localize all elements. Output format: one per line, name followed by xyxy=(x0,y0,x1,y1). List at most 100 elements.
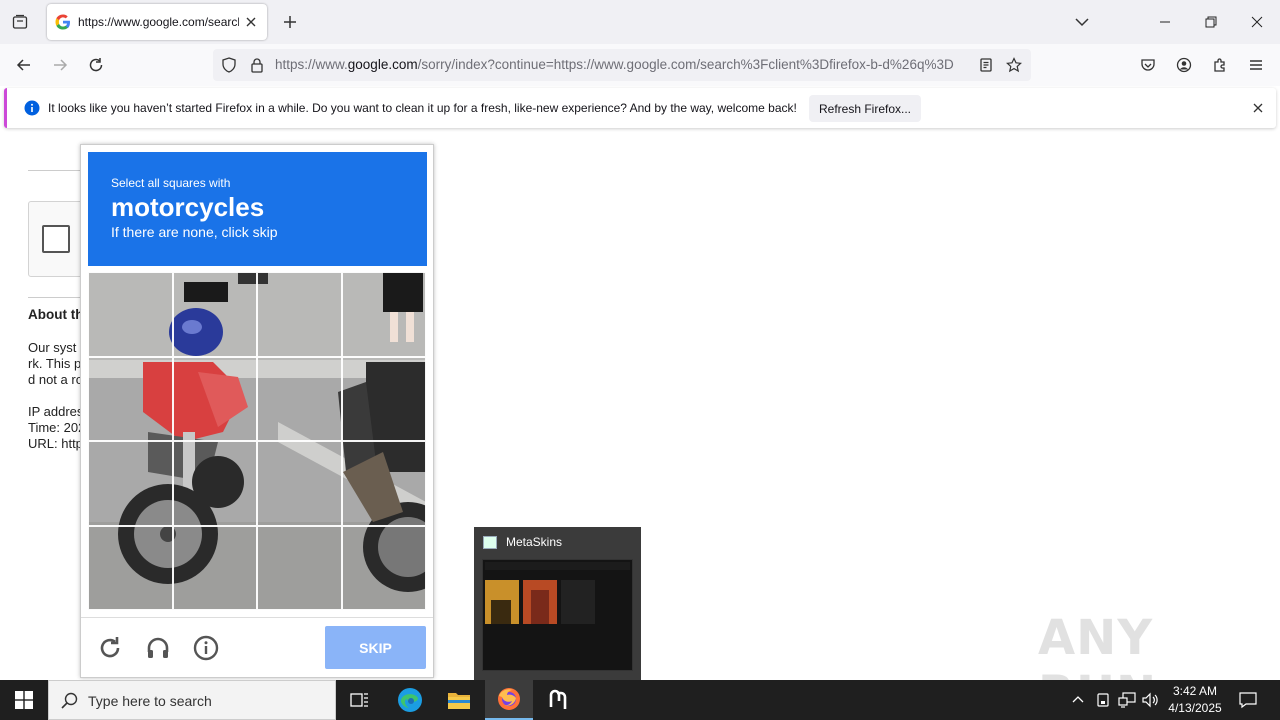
refresh-firefox-button[interactable]: Refresh Firefox... xyxy=(809,95,921,122)
recaptcha-challenge-popup: Select all squares with motorcycles If t… xyxy=(80,144,434,678)
close-window-button[interactable] xyxy=(1234,0,1280,44)
list-all-tabs-chevron-icon[interactable] xyxy=(1073,13,1091,31)
firefox-view-button[interactable] xyxy=(8,10,32,34)
grid-tile[interactable] xyxy=(341,441,426,526)
network-tray-button[interactable] xyxy=(1116,680,1138,720)
grid-tile[interactable] xyxy=(257,272,342,357)
page-divider xyxy=(28,170,88,171)
speaker-volume-icon xyxy=(1142,692,1158,708)
help-button[interactable] xyxy=(191,633,221,663)
thumbnail-window-preview xyxy=(482,559,633,671)
file-explorer-taskbar-button[interactable] xyxy=(435,680,483,720)
account-button[interactable] xyxy=(1173,54,1195,76)
volume-tray-button[interactable] xyxy=(1140,680,1162,720)
edge-browser-icon xyxy=(398,688,422,712)
recaptcha-checkbox[interactable] xyxy=(42,225,70,253)
folder-icon xyxy=(448,693,470,709)
restore-button[interactable] xyxy=(1188,0,1234,44)
forward-button[interactable] xyxy=(49,54,71,76)
page-text-line: Time: 202 xyxy=(28,420,80,435)
reader-view-icon[interactable] xyxy=(978,57,994,73)
reload-button[interactable] xyxy=(85,54,107,76)
back-arrow-icon xyxy=(16,59,30,71)
grid-tile[interactable] xyxy=(172,525,257,610)
challenge-header: Select all squares with motorcycles If t… xyxy=(88,152,427,266)
navigation-toolbar: https://www.google.com/sorry/index?conti… xyxy=(0,44,1280,86)
firefox-icon xyxy=(498,688,520,710)
reload-challenge-button[interactable] xyxy=(95,633,125,663)
system-clock[interactable]: 3:42 AM 4/13/2025 xyxy=(1164,683,1226,717)
grid-tile[interactable] xyxy=(341,272,426,357)
puzzle-extensions-icon xyxy=(1214,58,1225,72)
grid-tile[interactable] xyxy=(88,441,173,526)
task-view-button[interactable] xyxy=(336,680,384,720)
page-text-line: Our syst xyxy=(28,340,77,355)
page-text-line: URL: http xyxy=(28,436,80,451)
windows-taskbar: Type here to search 3:42 AM 4/13/2025 xyxy=(0,680,1280,720)
grid-tile[interactable] xyxy=(88,525,173,610)
bookmark-star-icon[interactable] xyxy=(1006,57,1022,73)
reload-icon xyxy=(89,58,103,72)
grid-tile[interactable] xyxy=(172,272,257,357)
forward-arrow-icon xyxy=(54,59,68,71)
close-notification-icon[interactable] xyxy=(1251,101,1265,115)
minimize-button[interactable] xyxy=(1142,0,1188,44)
clock-date: 4/13/2025 xyxy=(1168,701,1222,715)
grid-tile[interactable] xyxy=(341,525,426,610)
url-text[interactable]: https://www.google.com/sorry/index?conti… xyxy=(275,57,971,72)
recaptcha-checkbox-container xyxy=(28,201,88,277)
grid-tile[interactable] xyxy=(172,356,257,441)
about-heading: About th xyxy=(28,307,80,322)
headphones-icon xyxy=(147,637,169,658)
grid-tile[interactable] xyxy=(257,356,342,441)
device-icon xyxy=(1097,693,1109,707)
active-tab[interactable]: https://www.google.com/search?client=fir… xyxy=(47,4,267,40)
pocket-icon xyxy=(1141,59,1155,71)
address-bar[interactable]: https://www.google.com/sorry/index?conti… xyxy=(213,49,1031,81)
pocket-button[interactable] xyxy=(1137,54,1159,76)
show-hidden-icons-button[interactable] xyxy=(1068,680,1088,720)
challenge-image-grid xyxy=(88,272,426,610)
google-favicon-icon xyxy=(55,14,70,30)
firefox-view-icon xyxy=(12,14,28,29)
grid-tile[interactable] xyxy=(341,356,426,441)
metaskins-taskbar-button[interactable] xyxy=(534,680,582,720)
url-path: /sorry/index?continue=https://www.google… xyxy=(417,57,954,72)
extensions-button[interactable] xyxy=(1209,54,1231,76)
page-text-line: d not a ro xyxy=(28,372,80,387)
grid-tile[interactable] xyxy=(172,441,257,526)
edge-taskbar-button[interactable] xyxy=(386,680,434,720)
footer-divider xyxy=(81,617,433,618)
windows-logo-icon xyxy=(15,691,33,709)
tracking-protection-shield-icon[interactable] xyxy=(221,57,237,73)
grid-tile[interactable] xyxy=(257,525,342,610)
action-center-button[interactable] xyxy=(1234,680,1262,720)
challenge-hint: If there are none, click skip xyxy=(111,224,278,240)
grid-tile[interactable] xyxy=(88,356,173,441)
close-window-icon xyxy=(1251,16,1263,28)
search-icon xyxy=(61,692,78,709)
lock-icon[interactable] xyxy=(249,57,265,73)
challenge-instruction: Select all squares with xyxy=(111,176,231,190)
skip-button[interactable]: SKIP xyxy=(325,626,426,669)
clock-time: 3:42 AM xyxy=(1172,684,1218,698)
device-tray-button[interactable] xyxy=(1092,680,1114,720)
firefox-taskbar-button[interactable] xyxy=(485,680,533,720)
close-tab-icon[interactable] xyxy=(243,14,259,30)
app-menu-button[interactable] xyxy=(1245,54,1267,76)
info-circle-icon xyxy=(193,635,219,661)
grid-tile[interactable] xyxy=(88,272,173,357)
tab-strip: https://www.google.com/search?client=fir… xyxy=(0,0,1280,44)
audio-challenge-button[interactable] xyxy=(143,633,173,663)
new-tab-plus-icon[interactable] xyxy=(280,12,300,32)
back-button[interactable] xyxy=(13,54,35,76)
reload-icon xyxy=(100,637,120,658)
url-domain: google.com xyxy=(347,57,418,72)
minimize-icon xyxy=(1160,21,1170,23)
taskbar-search-box[interactable]: Type here to search xyxy=(48,680,336,720)
thumbnail-title: MetaSkins xyxy=(506,535,563,549)
grid-tile[interactable] xyxy=(257,441,342,526)
start-button[interactable] xyxy=(0,680,48,720)
taskbar-thumbnail-preview[interactable]: MetaSkins xyxy=(474,527,641,680)
url-prefix: https://www. xyxy=(275,57,348,72)
